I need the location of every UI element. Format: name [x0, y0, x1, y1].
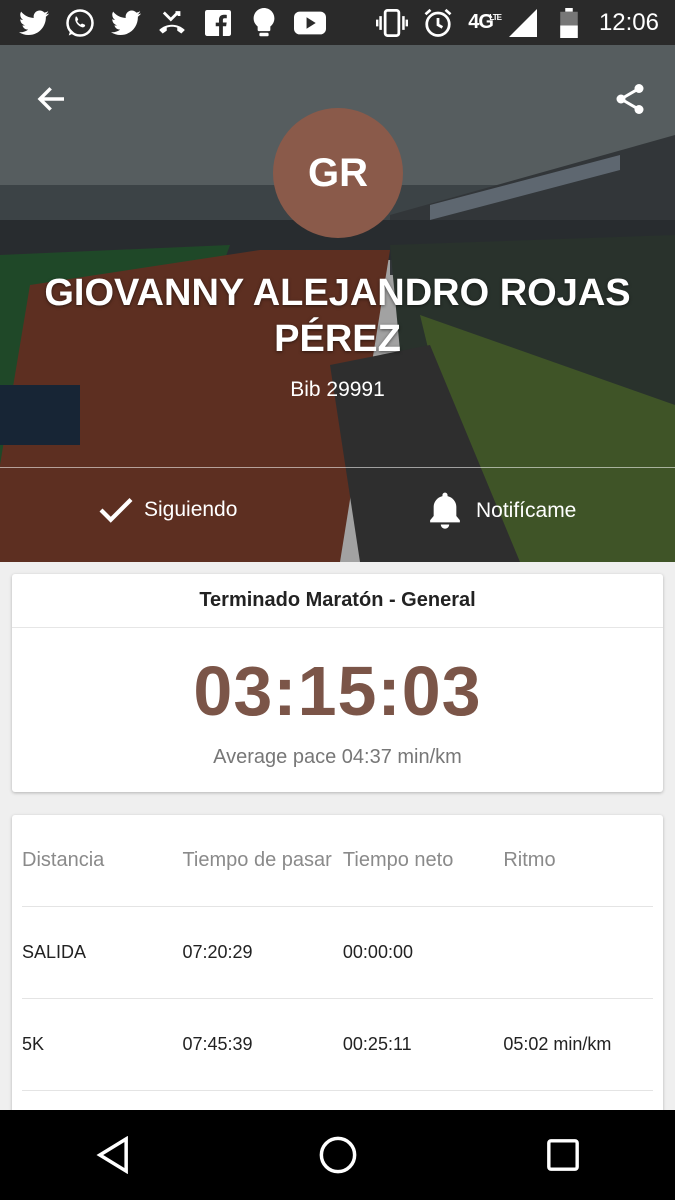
column-header-pace: Ritmo — [503, 849, 556, 871]
runner-name: GIOVANNY ALEJANDRO ROJAS PÉREZ — [44, 272, 631, 360]
result-card: Terminado Maratón - General 03:15:03 Ave… — [12, 574, 663, 792]
cell-clock-time: 07:20:29 — [182, 942, 253, 962]
nav-recents-button[interactable] — [523, 1115, 603, 1195]
triangle-back-icon — [95, 1136, 128, 1174]
twitter-icon — [18, 7, 50, 39]
column-header-net-time: Tiempo neto — [342, 849, 454, 871]
table-row: 5K 07:45:39 00:25:11 05:02 min/km — [22, 999, 653, 1091]
cell-distance: SALIDA — [22, 942, 87, 962]
cell-clock-time: 07:45:39 — [182, 1034, 253, 1054]
battery-icon — [553, 7, 585, 39]
vibrate-icon — [376, 7, 409, 39]
bib-number: Bib 29991 — [290, 378, 385, 401]
bell-icon — [430, 492, 460, 529]
status-bar: 4G LTE 12:06 — [0, 0, 675, 45]
square-recents-icon — [546, 1139, 579, 1171]
cell-distance: 5K — [22, 1034, 45, 1054]
splits-table: Distancia Tiempo de pasar Tiempo neto Ri… — [12, 815, 663, 1115]
youtube-icon — [294, 7, 326, 39]
notify-button[interactable]: Notifícame — [428, 492, 576, 530]
twitter-icon — [110, 7, 142, 39]
network-type: 4G LTE — [468, 11, 502, 33]
circle-home-icon — [319, 1136, 356, 1174]
cell-pace: 05:02 min/km — [503, 1034, 612, 1054]
signal-icon — [507, 7, 539, 39]
alarm-icon — [422, 7, 454, 39]
nav-back-button[interactable] — [73, 1115, 153, 1195]
table-header: Distancia Tiempo de pasar Tiempo neto Ri… — [22, 815, 653, 907]
clock: 12:06 — [598, 8, 659, 36]
cell-net-time: 00:00:00 — [342, 942, 413, 962]
back-button[interactable] — [30, 77, 74, 121]
follow-label: Siguiendo — [144, 498, 238, 521]
table-row: SALIDA 07:20:29 00:00:00 — [22, 907, 653, 999]
column-header-distance: Distancia — [22, 849, 105, 871]
check-icon — [99, 498, 133, 523]
navigation-bar — [0, 1110, 675, 1200]
bulb-icon — [248, 7, 280, 39]
column-header-clock-time: Tiempo de pasar — [182, 849, 332, 871]
whatsapp-icon — [64, 7, 96, 39]
finish-time: 03:15:03 — [193, 652, 482, 730]
average-pace: Average pace 04:37 min/km — [213, 746, 462, 768]
nav-home-button[interactable] — [298, 1115, 378, 1195]
follow-button[interactable]: Siguiendo — [98, 495, 237, 525]
facebook-icon — [202, 7, 234, 39]
cell-net-time: 00:25:11 — [342, 1034, 412, 1054]
share-icon — [616, 84, 644, 114]
share-button[interactable] — [608, 77, 652, 121]
result-title: Terminado Maratón - General — [12, 574, 663, 628]
arrow-left-icon — [37, 87, 64, 111]
missed-call-icon — [156, 7, 188, 39]
divider — [0, 467, 675, 468]
notify-label: Notifícame — [476, 499, 577, 522]
avatar: GR — [273, 108, 403, 238]
runner-header: GR GIOVANNY ALEJANDRO ROJAS PÉREZ Bib 29… — [0, 45, 675, 562]
